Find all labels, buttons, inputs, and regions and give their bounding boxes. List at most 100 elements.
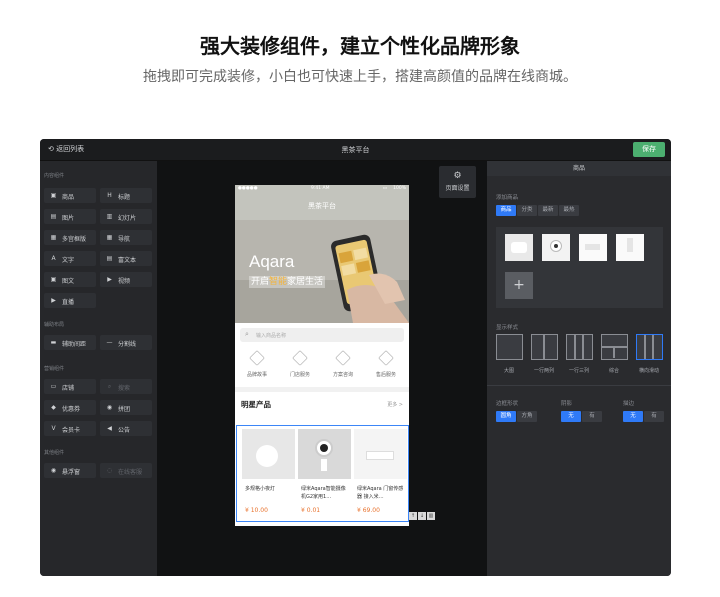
component-label: 公告 [118,427,131,434]
component-divider[interactable]: — 分割线 [100,335,152,350]
panel-tab-goods[interactable]: 商品 [487,161,671,176]
goods-thumb[interactable] [542,234,570,261]
component-image[interactable]: ▤ 图片 [44,209,96,224]
component-video[interactable]: ▶ 视频 [100,272,152,287]
component-image-text[interactable]: ▣ 图文 [44,272,96,287]
source-tab[interactable]: 最热 [559,205,579,216]
phone-preview: ●●●●● 9:41 AM ▭ 100% 黑茶平台 Aqara 开启智能家居生活… [235,185,409,526]
stroke-option[interactable]: 有 [644,411,664,422]
component-label: 优惠券 [62,406,81,413]
style-option-label: 一行两列 [533,368,554,374]
service-entry[interactable]: 售后服务 [366,350,406,378]
component-multi-grid[interactable]: ▦ 多宫框版 [44,230,96,245]
shadow-option[interactable]: 有 [582,411,602,422]
component-group-buy[interactable]: ◉ 拼团 [100,400,152,415]
component-goods[interactable]: ▣ 商品 [44,188,96,203]
service-label: 方案咨询 [332,372,353,378]
goods-thumb[interactable] [579,234,607,261]
live-icon: ▶ [51,297,56,304]
component-richtext[interactable]: ▤ 富文本 [100,251,152,266]
component-spacer[interactable]: ▬ 辅助间距 [44,335,96,350]
product-module[interactable]: 多规格小夜灯 ¥ 10.00 绿米Aqara智能摄像机G2家用1… ¥ 0.01 绿米A… [236,425,409,522]
component-nav[interactable]: ▦ 导航 [100,230,152,245]
slideshow-icon: ▥ [106,213,113,220]
spacer-icon: ▬ [50,339,57,346]
service-label: 门店服务 [289,372,310,378]
component-coupon[interactable]: ◆ 优惠券 [44,400,96,415]
product-name: 绿米Aqara 门窗传感器 接入米… [357,486,404,500]
style-option[interactable] [496,334,523,360]
component-search[interactable]: ⌕ 搜索 [100,379,152,394]
shadow-option[interactable]: 无 [561,411,581,422]
component-label: 在线客服 [118,469,143,476]
gear-icon: ⚙ [453,171,462,181]
search-icon: ⌕ [245,330,249,338]
editor-title: 黑茶平台 [341,146,370,154]
component-label: 辅助间距 [62,341,87,348]
section-title: 其他组件 [44,450,65,456]
service-entry[interactable]: 门店服务 [280,350,320,378]
goods-thumb[interactable] [505,234,533,261]
plus-icon: + [513,277,525,293]
stroke-option[interactable]: 无 [623,411,643,422]
style-option[interactable] [531,334,558,360]
multi-grid-icon: ▦ [50,234,57,241]
component-live[interactable]: ▶ 直播 [44,293,96,308]
banner-image[interactable]: Aqara 开启智能家居生活 [235,220,409,323]
section-title: 辅助布局 [44,322,65,328]
component-label: 会员卡 [62,427,81,434]
move-down-icon[interactable]: ↓ [418,512,426,520]
border-option[interactable]: 方角 [517,411,537,422]
component-label: 店铺 [62,385,75,392]
border-option[interactable]: 圆角 [496,411,516,422]
editor-canvas: ⚙ 页面设置 ●●●●● 9:41 AM ▭ 100% 黑茶平台 Aqara 开… [157,161,487,576]
source-tab[interactable]: 最新 [538,205,558,216]
component-member-card[interactable]: V 会员卡 [44,421,96,436]
style-option[interactable] [566,334,593,360]
component-label: 商品 [62,194,75,201]
component-store[interactable]: ▭ 店铺 [44,379,96,394]
goods-thumb[interactable] [616,234,644,261]
after-sale-icon [378,350,394,366]
save-button[interactable]: 保存 [633,142,665,157]
product-card[interactable]: 绿米Aqara智能摄像机G2家用1… ¥ 0.01 [298,429,351,517]
product-image [298,429,351,479]
page-settings-button[interactable]: ⚙ 页面设置 [439,166,476,198]
component-label: 文字 [62,257,75,264]
border-shape-label: 边框形状 [496,401,519,407]
style-option[interactable] [601,334,628,360]
top-bar: ⟲ 返回列表 黑茶平台 保存 [40,139,671,161]
service-entry[interactable]: 方案咨询 [323,350,363,378]
style-option-label: 一行三列 [568,368,589,374]
notice-icon: ◀ [107,425,112,432]
section-divider [235,387,409,392]
style-option[interactable] [636,334,663,360]
banner-brand: Aqara [249,252,295,271]
move-up-icon[interactable]: ↑ [409,512,417,520]
search-bar[interactable]: ⌕ 输入商品名称 [240,328,404,342]
product-card[interactable]: 多规格小夜灯 ¥ 10.00 [242,429,295,517]
store-icon: ▭ [50,383,57,390]
service-label: 售后服务 [375,372,396,378]
component-label: 分割线 [118,341,137,348]
source-tab[interactable]: 分类 [517,205,537,216]
component-text[interactable]: A 文字 [44,251,96,266]
source-tab[interactable]: 商品 [496,205,516,216]
service-label: 品牌故事 [246,372,267,378]
component-suspend-window[interactable]: ◉ 悬浮窗 [44,463,96,478]
add-goods-button[interactable]: + [505,272,533,299]
component-slideshow[interactable]: ▥ 幻灯片 [100,209,152,224]
component-online-service[interactable]: ◌ 在线客服 [100,463,152,478]
section-title: 营销组件 [44,366,65,372]
product-price: ¥ 0.01 [301,507,321,514]
component-heading[interactable]: H 标题 [100,188,152,203]
component-notice[interactable]: ◀ 公告 [100,421,152,436]
video-icon: ▶ [107,276,112,283]
service-entry[interactable]: 品牌故事 [237,350,277,378]
delete-icon[interactable]: ▥ [427,512,435,520]
product-card[interactable]: 绿米Aqara 门窗传感器 接入米… ¥ 69.00 [354,429,407,517]
more-link[interactable]: 更多 > [387,401,403,408]
component-label: 拼团 [118,406,131,413]
style-option-label: 综合 [608,368,619,374]
component-label: 标题 [118,194,131,201]
